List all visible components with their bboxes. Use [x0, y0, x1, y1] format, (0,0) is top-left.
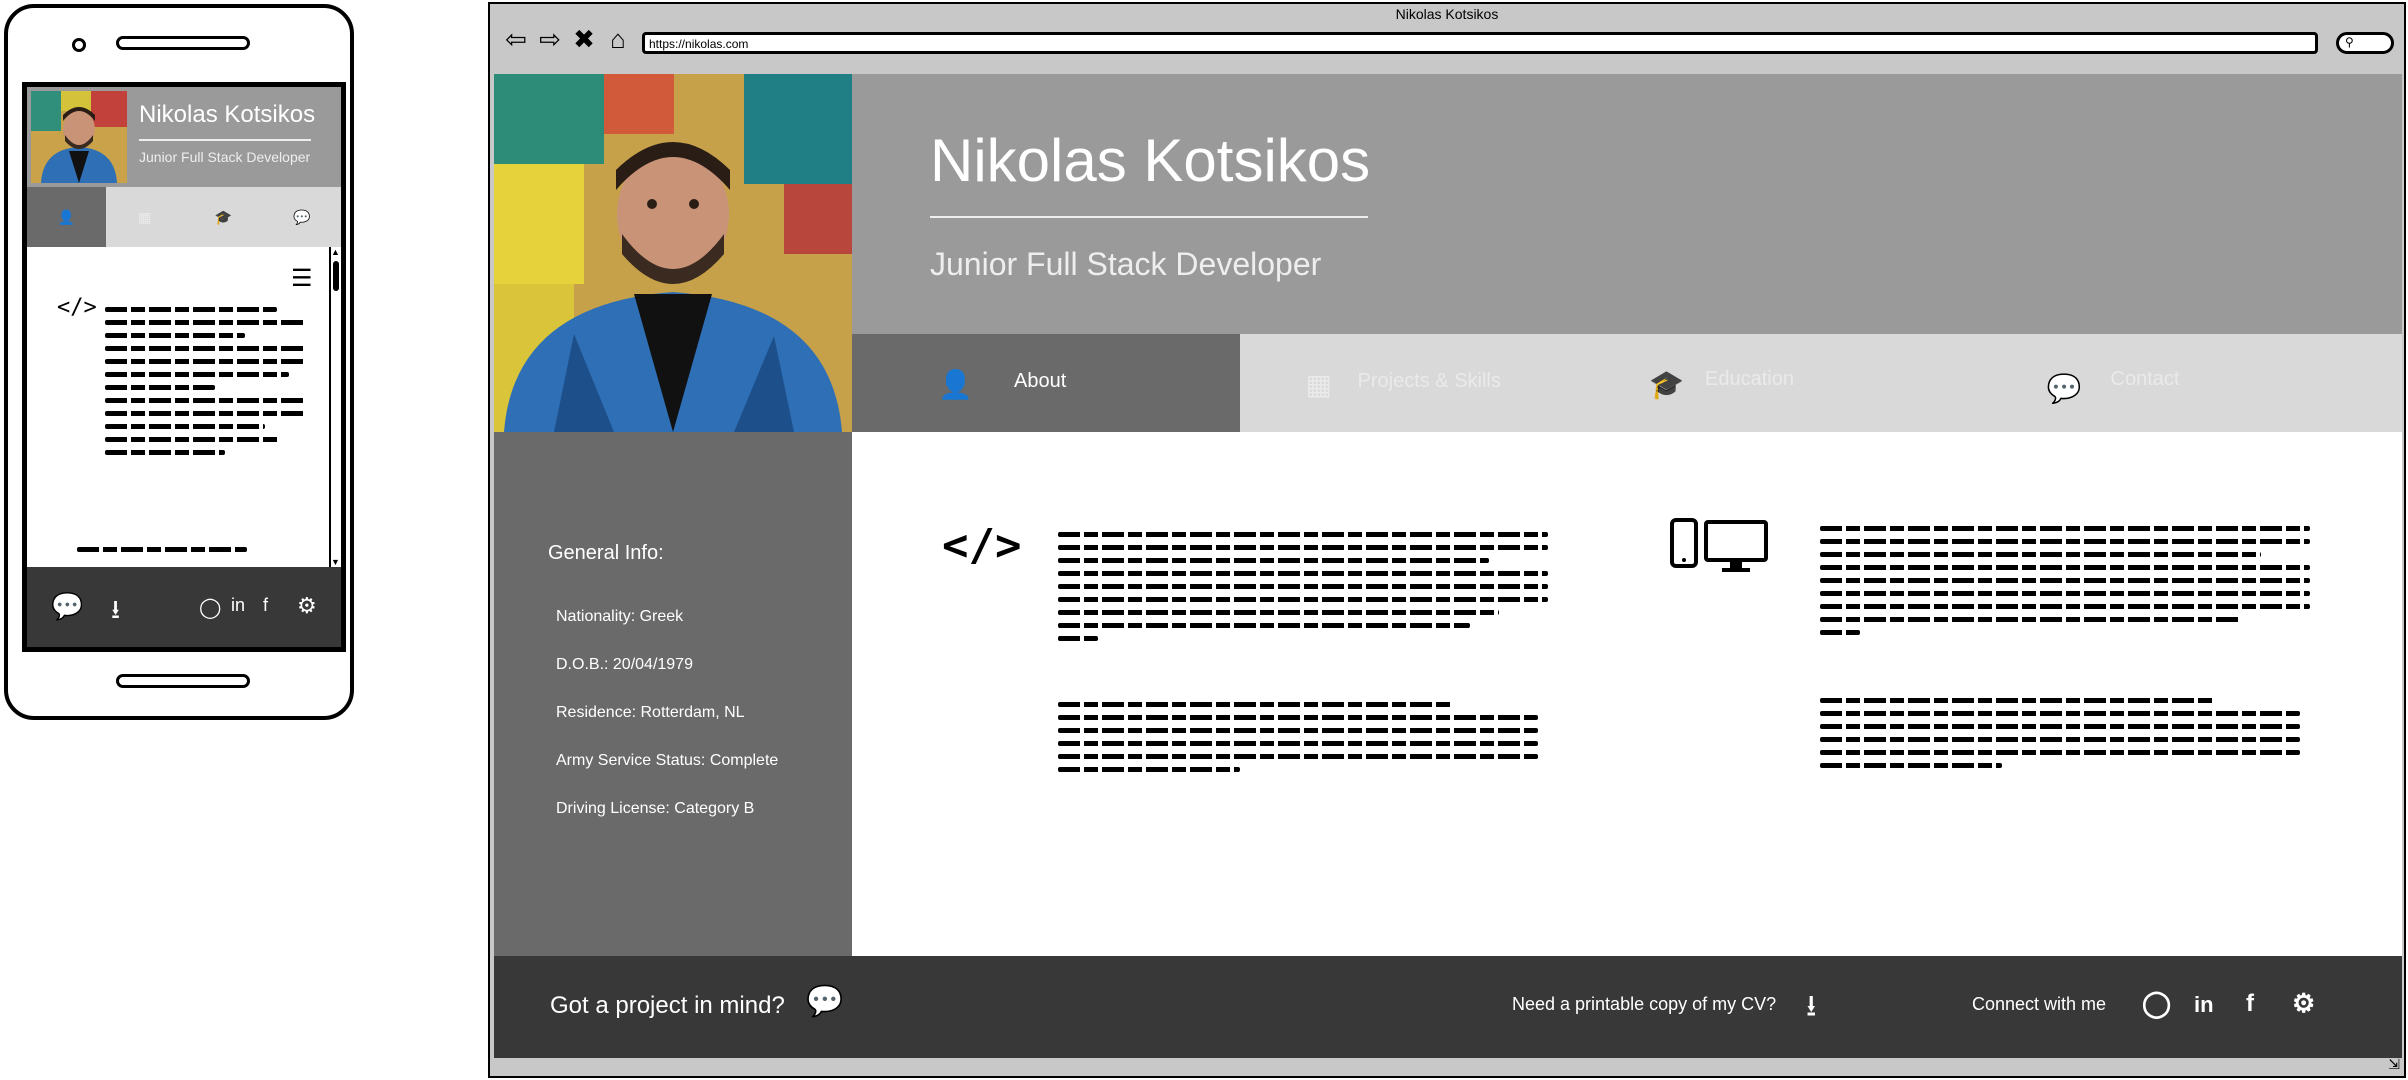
mobile-scrollbar[interactable]: ▲ ▼ [329, 247, 341, 567]
tab-about[interactable]: 👤 About [852, 334, 1240, 432]
tab-label: Contact [2110, 368, 2180, 390]
linkedin-icon[interactable]: in [2194, 992, 2214, 1018]
devices-icon [1670, 518, 1770, 579]
server-icon: ▦ [138, 208, 152, 225]
mobile-tab-projects[interactable]: ▦ [105, 187, 184, 247]
search-icon[interactable]: ⚲ [2336, 32, 2394, 54]
devices-paragraph-placeholder [1820, 526, 2310, 643]
download-icon[interactable]: ⭳ [1806, 984, 1817, 1035]
tab-projects-skills[interactable]: ▦ Projects & Skills [1239, 334, 1627, 432]
github-icon[interactable]: ◯ [2142, 988, 2171, 1019]
info-nationality: Nationality: Greek [556, 608, 684, 625]
tab-label: Education [1705, 368, 1794, 390]
mobile-tab-contact[interactable]: 💬 [262, 187, 341, 247]
user-icon: 👤 [938, 369, 973, 400]
facebook-icon[interactable]: f [2246, 990, 2254, 1018]
chat-bubble-icon[interactable]: 💬 [51, 591, 83, 622]
browser-window: Nikolas Kotsikos ⇦ ⇨ ✖ ⌂ https://nikolas… [488, 2, 2406, 1078]
mobile-tab-bar: 👤 ▦ 🎓 💬 [27, 187, 341, 247]
code-icon: </> [942, 520, 1022, 571]
graduation-cap-icon: 🎓 [214, 208, 232, 225]
scroll-thumb[interactable] [333, 261, 339, 291]
server-icon: ▦ [1305, 369, 1332, 400]
chat-bubble-icon[interactable]: 💬 [806, 984, 843, 1019]
forward-arrow-icon[interactable]: ⇨ [536, 24, 564, 55]
graduation-cap-icon: 🎓 [1649, 369, 1684, 400]
info-army-service: Army Service Status: Complete [556, 752, 779, 769]
back-arrow-icon[interactable]: ⇦ [502, 24, 530, 55]
settings-icon[interactable]: ⚙ [2292, 988, 2315, 1019]
resize-handle-icon[interactable]: ⇲ [2388, 1056, 2400, 1073]
mobile-about-text-placeholder [105, 307, 305, 463]
profile-photo [494, 74, 852, 432]
browser-nav: ⇦ ⇨ ✖ ⌂ [502, 24, 632, 55]
info-driving-license: Driving License: Category B [556, 800, 755, 817]
about-paragraph-placeholder [1058, 532, 1548, 649]
about-paragraph-placeholder [1058, 702, 1538, 780]
devices-paragraph-placeholder [1820, 698, 2300, 776]
mobile-job-title: Junior Full Stack Developer [139, 149, 311, 165]
tab-contact[interactable]: 💬 Contact [2014, 334, 2402, 432]
footer-connect-text: Connect with me [1972, 994, 2107, 1014]
mobile-name: Nikolas Kotsikos [139, 101, 316, 128]
mobile-footer: 💬 ⭳ ◯ in f ⚙ [27, 567, 341, 647]
tab-education[interactable]: 🎓 Education [1627, 334, 2015, 432]
mobile-mockup: Nikolas Kotsikos Junior Full Stack Devel… [4, 4, 354, 720]
mobile-divider [139, 139, 311, 141]
github-icon[interactable]: ◯ [199, 595, 221, 620]
user-icon: 👤 [57, 208, 75, 225]
chat-bubble-icon: 💬 [2046, 373, 2082, 404]
title-divider [930, 216, 1368, 218]
phone-home-button [116, 674, 250, 688]
info-dob: D.O.B.: 20/04/1979 [556, 656, 693, 673]
job-title: Junior Full Stack Developer [930, 246, 1322, 282]
window-title: Nikolas Kotsikos [1395, 6, 1499, 22]
tab-label: About [1014, 370, 1067, 392]
camera-icon [72, 38, 86, 52]
footer-cta: Got a project in mind? [550, 992, 785, 1019]
hamburger-menu-icon[interactable]: ☰ [291, 267, 313, 291]
footer-cv-text: Need a printable copy of my CV? [1512, 994, 1777, 1014]
tab-label: Projects & Skills [1357, 370, 1501, 392]
linkedin-icon[interactable]: in [231, 595, 245, 616]
general-info-heading: General Info: [548, 542, 664, 564]
settings-icon[interactable]: ⚙ [297, 593, 317, 619]
page-title: Nikolas Kotsikos [930, 127, 1371, 194]
general-info-list: Nationality: Greek D.O.B.: 20/04/1979 Re… [556, 608, 778, 848]
chat-bubble-icon: 💬 [293, 208, 311, 225]
browser-viewport: Nikolas Kotsikos Junior Full Stack Devel… [494, 74, 2402, 1058]
mobile-devices-row [47, 547, 287, 560]
home-icon[interactable]: ⌂ [604, 24, 632, 55]
tab-bar: 👤 About ▦ Projects & Skills 🎓 Education … [852, 334, 2402, 432]
mobile-profile-photo [31, 91, 127, 183]
mobile-screen: Nikolas Kotsikos Junior Full Stack Devel… [22, 82, 346, 652]
header-banner: Nikolas Kotsikos Junior Full Stack Devel… [852, 74, 2402, 334]
scroll-up-icon[interactable]: ▲ [331, 247, 340, 257]
mobile-content: ☰ </> ▲ ▼ [27, 247, 341, 567]
stop-icon[interactable]: ✖ [570, 24, 598, 55]
general-info-sidebar: General Info: Nationality: Greek D.O.B.:… [494, 432, 852, 956]
url-bar[interactable]: https://nikolas.com [642, 32, 2318, 54]
info-residence: Residence: Rotterdam, NL [556, 704, 745, 721]
mobile-tab-education[interactable]: 🎓 [184, 187, 263, 247]
download-icon[interactable]: ⭳ [111, 591, 120, 635]
scroll-down-icon[interactable]: ▼ [331, 557, 340, 567]
about-content: </> [852, 432, 2402, 956]
code-icon: </> [57, 295, 97, 320]
mobile-header: Nikolas Kotsikos Junior Full Stack Devel… [27, 87, 341, 187]
mobile-tab-about[interactable]: 👤 [27, 187, 106, 247]
phone-speaker [116, 36, 250, 50]
footer: Got a project in mind? 💬 Need a printabl… [494, 956, 2402, 1058]
facebook-icon[interactable]: f [263, 595, 268, 616]
